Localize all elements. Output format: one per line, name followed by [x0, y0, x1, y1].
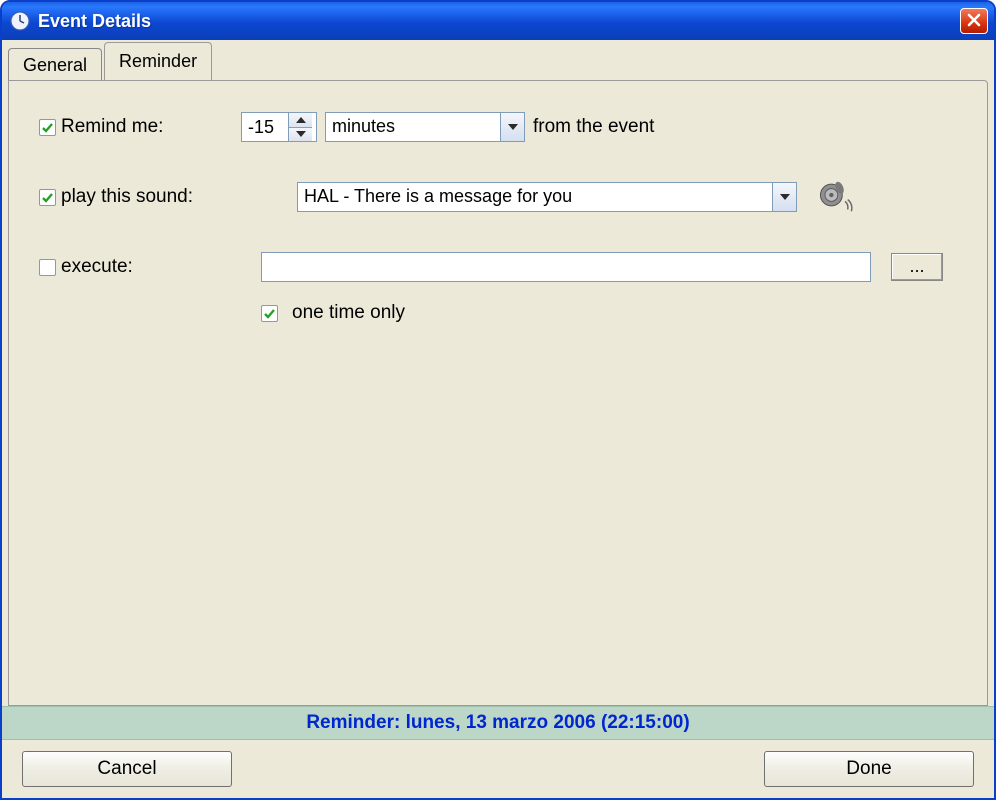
close-button[interactable]	[960, 8, 988, 34]
remind-offset-input[interactable]	[242, 113, 288, 141]
reminder-status-text: Reminder: lunes, 13 marzo 2006 (22:15:00…	[306, 712, 689, 734]
onetime-checkbox[interactable]	[261, 305, 278, 322]
remind-offset-up[interactable]	[289, 113, 312, 127]
remind-unit-combo[interactable]: minutes	[325, 112, 525, 142]
sound-label: play this sound:	[61, 186, 193, 207]
reminder-status-bar: Reminder: lunes, 13 marzo 2006 (22:15:00…	[2, 706, 994, 740]
sound-combo[interactable]: HAL - There is a message for you	[297, 182, 797, 212]
sound-checkbox[interactable]	[39, 189, 56, 206]
execute-label: execute:	[61, 256, 241, 278]
remind-offset-spinner[interactable]	[241, 112, 317, 142]
close-icon	[967, 11, 981, 32]
title-bar: Event Details	[2, 2, 994, 40]
onetime-row: one time only	[33, 293, 963, 333]
tab-reminder[interactable]: Reminder	[104, 42, 212, 80]
chevron-down-icon	[780, 194, 790, 200]
chevron-up-icon	[296, 117, 306, 123]
sound-value: HAL - There is a message for you	[298, 183, 772, 211]
execute-path-input[interactable]	[261, 252, 871, 282]
remind-checkbox[interactable]	[39, 119, 56, 136]
chevron-down-icon	[508, 124, 518, 130]
done-button[interactable]: Done	[764, 751, 974, 787]
clock-icon	[10, 11, 30, 31]
sound-dropdown-button[interactable]	[772, 183, 796, 211]
dialog-button-row: Cancel Done	[2, 740, 994, 798]
execute-checkbox[interactable]	[39, 259, 56, 276]
event-details-window: Event Details General Reminder Remind me	[0, 0, 996, 800]
tab-general[interactable]: General	[8, 48, 102, 82]
onetime-label: one time only	[292, 302, 405, 324]
cancel-button[interactable]: Cancel	[22, 751, 232, 787]
chevron-down-icon	[296, 131, 306, 137]
remind-row: Remind me: minutes from the event	[33, 107, 963, 147]
remind-suffix-label: from the event	[533, 116, 654, 138]
remind-offset-down[interactable]	[289, 127, 312, 142]
browse-button[interactable]: ...	[891, 253, 943, 281]
reminder-tab-page: Remind me: minutes from the event	[8, 80, 988, 706]
remind-unit-dropdown-button[interactable]	[500, 113, 524, 141]
tab-strip: General Reminder	[2, 40, 994, 80]
speaker-icon	[815, 175, 855, 220]
window-title: Event Details	[38, 11, 151, 32]
play-sound-button[interactable]	[813, 175, 857, 219]
remind-unit-value: minutes	[326, 113, 500, 141]
sound-row: play this sound: HAL - There is a messag…	[33, 175, 963, 219]
remind-label: Remind me:	[61, 116, 241, 138]
execute-row: execute: ...	[33, 247, 963, 287]
